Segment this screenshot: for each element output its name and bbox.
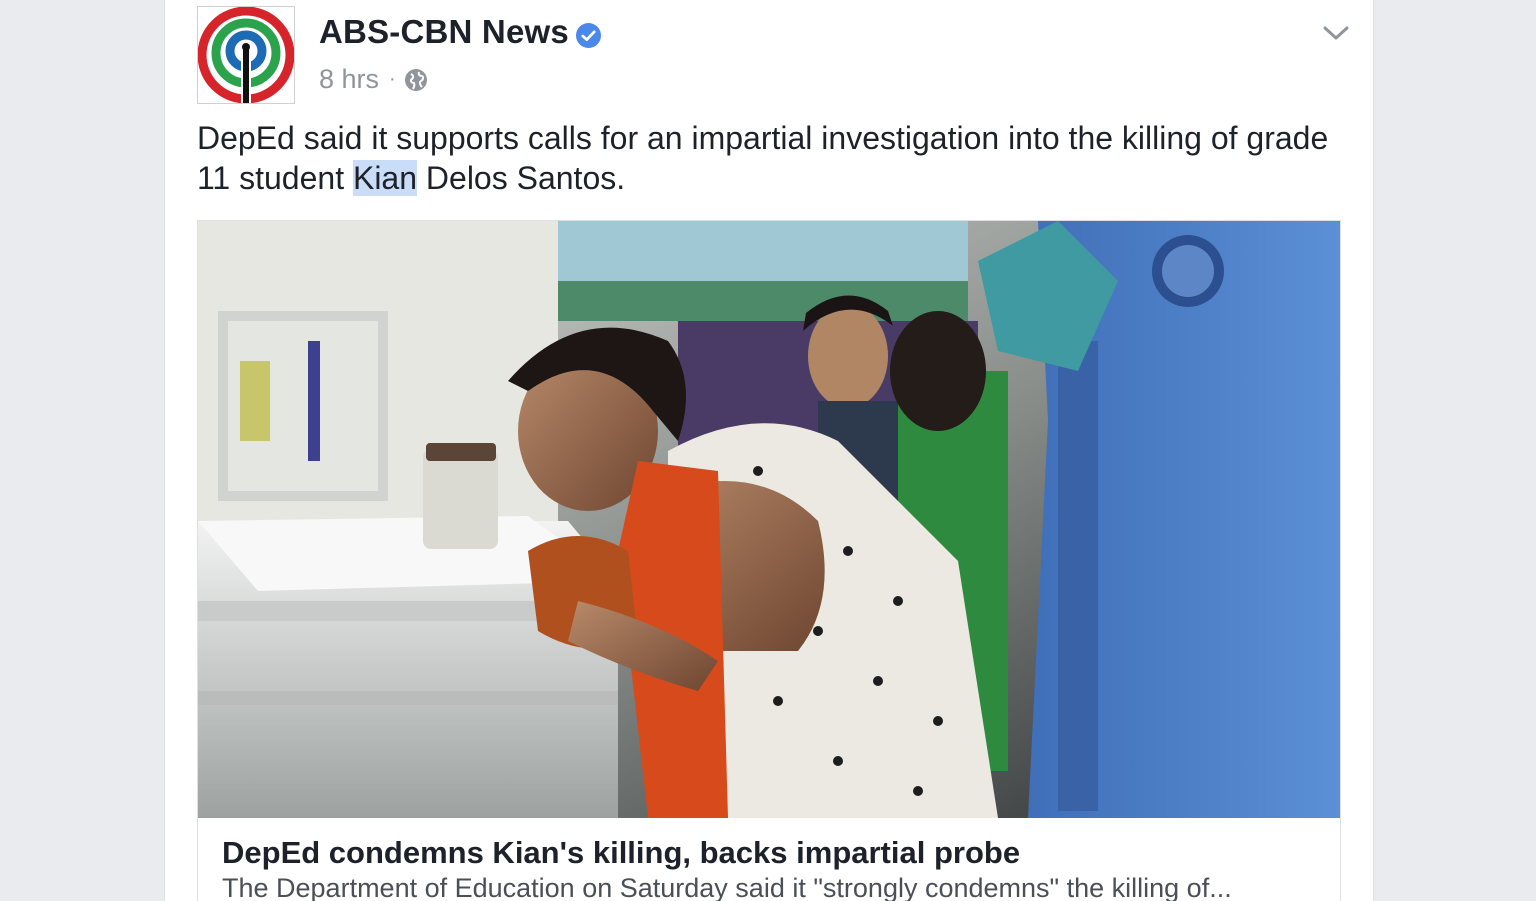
chevron-down-icon[interactable]	[1323, 24, 1349, 42]
post-message-text-end: Delos Santos.	[417, 160, 626, 196]
highlighted-search-term: Kian	[352, 160, 418, 196]
link-preview-card[interactable]: DepEd condemns Kian's killing, backs imp…	[197, 220, 1341, 901]
link-preview-image[interactable]	[198, 221, 1340, 818]
page-name-link[interactable]: ABS-CBN News	[319, 13, 569, 51]
page-avatar[interactable]	[197, 6, 295, 104]
news-feed-post: ABS-CBN News 8 hrs · DepEd said it suppo…	[164, 0, 1374, 901]
verified-badge-icon	[576, 23, 601, 48]
link-preview-description: The Department of Education on Saturday …	[222, 873, 1232, 901]
post-timestamp[interactable]: 8 hrs	[319, 64, 379, 95]
globe-icon[interactable]	[404, 68, 428, 92]
news-photo	[198, 221, 1340, 818]
post-message: DepEd said it supports calls for an impa…	[197, 118, 1347, 198]
abs-cbn-logo	[198, 7, 294, 103]
post-meta: 8 hrs ·	[319, 64, 428, 95]
link-preview-title[interactable]: DepEd condemns Kian's killing, backs imp…	[222, 835, 1020, 871]
meta-separator: ·	[389, 68, 396, 90]
